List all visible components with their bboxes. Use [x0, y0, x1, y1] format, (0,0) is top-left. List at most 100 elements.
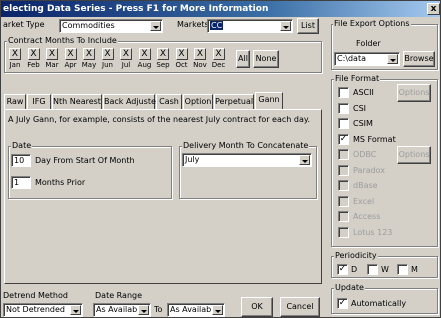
- contract-months-label: Contract Months To Include: [7, 36, 118, 46]
- month-jun-label: Jun: [102, 61, 113, 69]
- chevron-down-icon[interactable]: [70, 305, 81, 315]
- format-lotus-123-label: Lotus 123: [353, 227, 393, 237]
- month-sep-checkbox[interactable]: X: [157, 48, 169, 60]
- month-nov-checkbox[interactable]: X: [194, 48, 206, 60]
- day-input[interactable]: 10: [11, 154, 31, 167]
- format-ms-format-checkbox[interactable]: ✓: [338, 133, 349, 145]
- format-ascii-label: ASCII: [353, 88, 374, 97]
- format-excel-label: Excel: [353, 196, 375, 206]
- months-prior-input[interactable]: 1: [11, 176, 31, 189]
- date-to-select[interactable]: As Available: [167, 303, 225, 317]
- month-jan-label: Jan: [9, 61, 21, 69]
- periodicity-w-checkbox[interactable]: [367, 264, 378, 275]
- list-button[interactable]: List: [297, 18, 319, 34]
- title-bar[interactable]: electing Data Series - Press F1 for More…: [1, 1, 440, 17]
- market-type-label: arket Type: [3, 20, 45, 29]
- format-access-checkbox[interactable]: [338, 211, 349, 222]
- folder-label: Folder: [356, 39, 381, 48]
- month-aug-checkbox[interactable]: X: [138, 48, 151, 60]
- tab-option[interactable]: Option: [183, 94, 213, 109]
- date-from-select[interactable]: As Available: [93, 303, 151, 317]
- month-dec-checkbox[interactable]: X: [212, 48, 225, 60]
- tab-back-adjusted[interactable]: Back Adjusted: [103, 94, 161, 109]
- month-jul-checkbox[interactable]: X: [120, 48, 132, 60]
- chevron-down-icon[interactable]: [299, 155, 310, 165]
- browse-button[interactable]: Browse: [403, 51, 435, 67]
- month-apr-checkbox[interactable]: X: [64, 48, 77, 60]
- folder-select[interactable]: C:\data: [334, 52, 400, 66]
- ascii-options-button[interactable]: Options: [397, 84, 431, 102]
- month-sep-label: Sep: [156, 61, 170, 69]
- markets-value: CC: [210, 21, 224, 30]
- chevron-down-icon[interactable]: [387, 54, 398, 64]
- gann-description: A July Gann, for example, consists of th…: [8, 115, 311, 124]
- tab-ifg[interactable]: IFG: [27, 94, 51, 109]
- month-oct-checkbox[interactable]: X: [175, 48, 188, 60]
- detrend-value: Not Detrended: [6, 305, 65, 314]
- format-csim-label: CSIM: [353, 119, 373, 128]
- month-may-label: May: [81, 61, 97, 69]
- format-ascii-checkbox[interactable]: [338, 87, 349, 98]
- format-csi-checkbox[interactable]: [338, 102, 349, 114]
- month-may-checkbox[interactable]: X: [83, 48, 95, 60]
- format-csim-checkbox[interactable]: [338, 118, 349, 129]
- format-lotus-123-checkbox[interactable]: [338, 226, 349, 238]
- format-paradox-label: Paradox: [353, 165, 386, 175]
- tab-cash[interactable]: Cash: [156, 94, 182, 109]
- format-csi-label: CSI: [353, 103, 367, 113]
- month-jan-checkbox[interactable]: X: [9, 48, 21, 60]
- file-export-label: File Export Options: [333, 19, 411, 29]
- month-feb-label: Feb: [27, 61, 40, 69]
- ok-button[interactable]: OK: [241, 297, 273, 317]
- detrend-select[interactable]: Not Detrended: [3, 303, 83, 317]
- periodicity-d-label: D: [351, 265, 358, 274]
- month-dec-label: Dec: [211, 61, 226, 69]
- delivery-month-label: Delivery Month To Concatenate: [182, 141, 310, 151]
- delivery-month-value: July: [185, 155, 200, 164]
- tab-gann[interactable]: Gann: [255, 92, 283, 109]
- folder-value: C:\data: [337, 54, 366, 63]
- chevron-down-icon[interactable]: [150, 21, 161, 31]
- month-mar-checkbox[interactable]: X: [46, 48, 58, 60]
- format-dbase-checkbox[interactable]: [338, 180, 349, 191]
- month-apr-label: Apr: [64, 61, 77, 69]
- chevron-down-icon[interactable]: [138, 305, 149, 315]
- markets-label: Markets: [177, 20, 209, 29]
- format-dbase-label: dBase: [353, 181, 378, 190]
- periodicity-m-checkbox[interactable]: [397, 264, 408, 275]
- market-type-select[interactable]: Commodities: [59, 19, 163, 33]
- file-format-label: File Format: [334, 74, 381, 84]
- chevron-down-icon[interactable]: [212, 305, 223, 315]
- month-aug-label: Aug: [137, 61, 152, 69]
- odbc-options-button[interactable]: Options: [397, 146, 431, 164]
- month-jul-label: Jul: [121, 61, 131, 69]
- cancel-button[interactable]: Cancel: [280, 297, 320, 317]
- periodicity-m-label: M: [411, 265, 418, 274]
- auto-update-checkbox[interactable]: ✓: [337, 298, 348, 309]
- months-prior-label: Months Prior: [35, 178, 86, 187]
- all-months-button[interactable]: All: [236, 50, 250, 68]
- periodicity-d-checkbox[interactable]: ✓: [337, 264, 348, 275]
- month-feb-checkbox[interactable]: X: [27, 48, 40, 60]
- chevron-down-icon[interactable]: [280, 21, 291, 31]
- tab-raw[interactable]: Raw: [4, 94, 26, 109]
- to-label: To: [154, 305, 163, 314]
- window-title: electing Data Series - Press F1 for More…: [3, 4, 269, 14]
- tab-nth-nearest[interactable]: Nth Nearest: [52, 94, 102, 109]
- periodicity-w-label: W: [381, 265, 389, 274]
- delivery-month-select[interactable]: July: [182, 153, 312, 167]
- date-group-label: Date: [11, 141, 33, 151]
- no-months-button[interactable]: None: [253, 50, 279, 68]
- date-range-label: Date Range: [95, 291, 143, 300]
- month-jun-checkbox[interactable]: X: [101, 48, 114, 60]
- market-type-value: Commodities: [62, 21, 115, 30]
- month-oct-label: Oct: [175, 61, 188, 69]
- format-ms-format-label: MS Format: [353, 134, 396, 144]
- close-button[interactable]: x: [427, 3, 440, 15]
- format-access-label: Access: [353, 212, 381, 221]
- markets-select[interactable]: CC: [207, 19, 293, 33]
- format-excel-checkbox[interactable]: [338, 195, 349, 207]
- format-paradox-checkbox[interactable]: [338, 164, 349, 176]
- format-odbc-checkbox[interactable]: [338, 149, 349, 160]
- tab-perpetual[interactable]: Perpetual: [214, 94, 254, 109]
